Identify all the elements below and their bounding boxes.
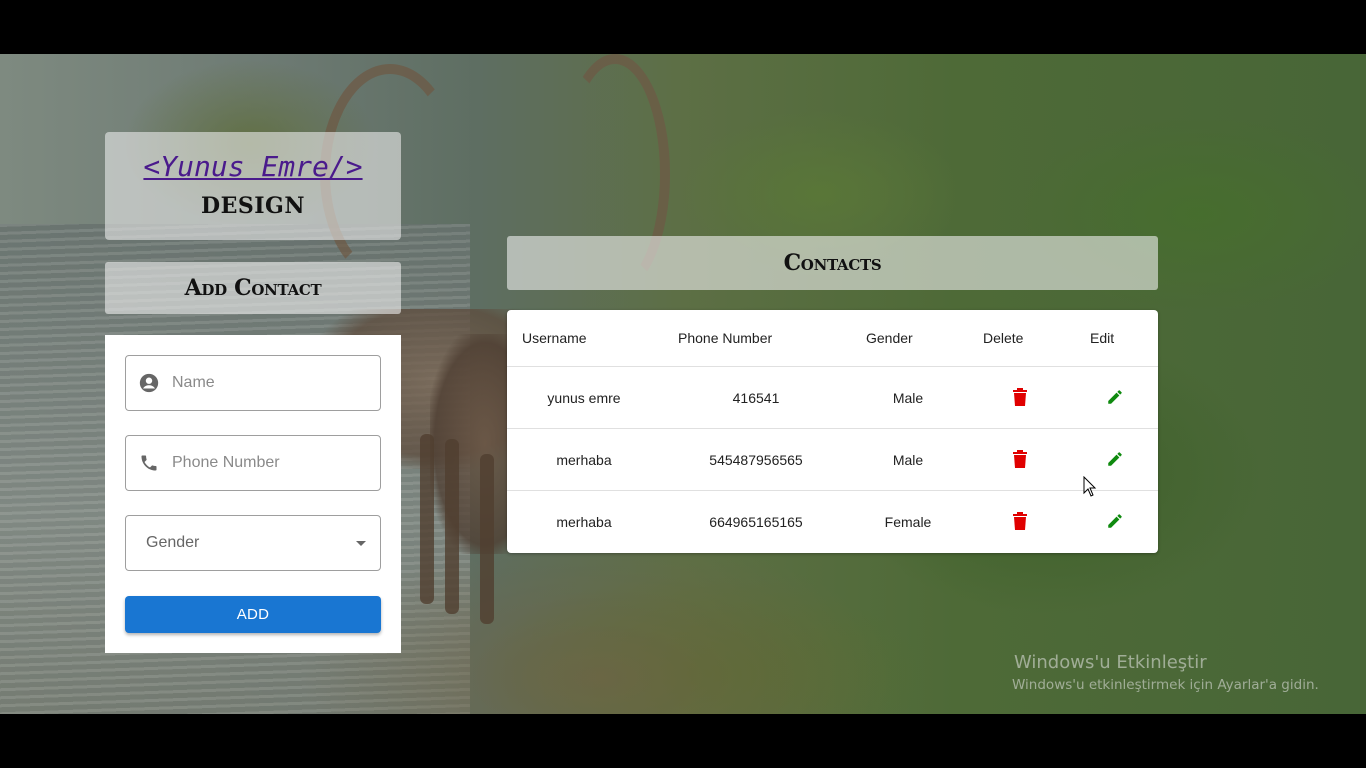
name-field[interactable] — [125, 355, 381, 411]
deer-leg — [480, 454, 494, 624]
account-circle-icon — [126, 372, 172, 394]
brand-subtitle: DESIGN — [201, 193, 305, 219]
gender-select-label: Gender — [146, 534, 200, 551]
add-button[interactable]: ADD — [125, 596, 381, 633]
gender-select[interactable]: Gender — [125, 515, 381, 571]
add-contact-header: Add Contact — [105, 262, 401, 314]
cell-username: merhaba — [556, 452, 612, 468]
cell-phone: 416541 — [732, 390, 780, 406]
table-row: merhaba 664965165165 Female — [507, 491, 1158, 553]
pencil-icon[interactable] — [1103, 385, 1127, 409]
pencil-icon[interactable] — [1103, 509, 1127, 533]
table-header-row: Username Phone Number Gender Delete Edit — [507, 310, 1158, 367]
phone-input[interactable] — [172, 454, 362, 472]
phone-icon — [126, 453, 172, 473]
header-phone: Phone Number — [678, 330, 773, 346]
cell-phone: 545487956565 — [709, 452, 803, 468]
contacts-header: Contacts — [507, 236, 1158, 290]
trash-icon[interactable] — [1008, 385, 1032, 409]
cell-phone: 664965165165 — [709, 514, 803, 530]
contacts-title: Contacts — [783, 250, 882, 276]
pencil-icon[interactable] — [1103, 447, 1127, 471]
header-edit: Edit — [1090, 330, 1115, 346]
cell-gender: Male — [892, 390, 924, 406]
brand-card: <Yunus Emre/> DESIGN — [105, 132, 401, 240]
table-row: merhaba 545487956565 Male — [507, 429, 1158, 491]
cell-gender: Male — [892, 452, 924, 468]
phone-field[interactable] — [125, 435, 381, 491]
activation-watermark-title: Windows'u Etkinleştir — [1014, 652, 1207, 673]
brand-title-link[interactable]: <Yunus Emre/> — [105, 150, 401, 183]
header-username: Username — [522, 330, 587, 346]
deer-leg — [445, 439, 459, 614]
header-gender: Gender — [866, 330, 913, 346]
header-delete: Delete — [983, 330, 1024, 346]
table-row: yunus emre 416541 Male — [507, 367, 1158, 429]
trash-icon[interactable] — [1008, 447, 1032, 471]
cell-username: yunus emre — [547, 390, 621, 406]
cell-username: merhaba — [556, 514, 612, 530]
activation-watermark-subtitle: Windows'u etkinleştirmek için Ayarlar'a … — [1012, 677, 1319, 693]
add-contact-title: Add Contact — [184, 275, 322, 301]
trash-icon[interactable] — [1008, 509, 1032, 533]
chevron-down-icon — [356, 540, 366, 546]
name-input[interactable] — [172, 374, 362, 392]
add-contact-form: Gender ADD — [105, 335, 401, 653]
deer-leg — [420, 434, 434, 604]
cell-gender: Female — [884, 514, 932, 530]
mouse-cursor-icon — [1083, 476, 1097, 497]
contacts-table: Username Phone Number Gender Delete Edit… — [507, 310, 1158, 553]
